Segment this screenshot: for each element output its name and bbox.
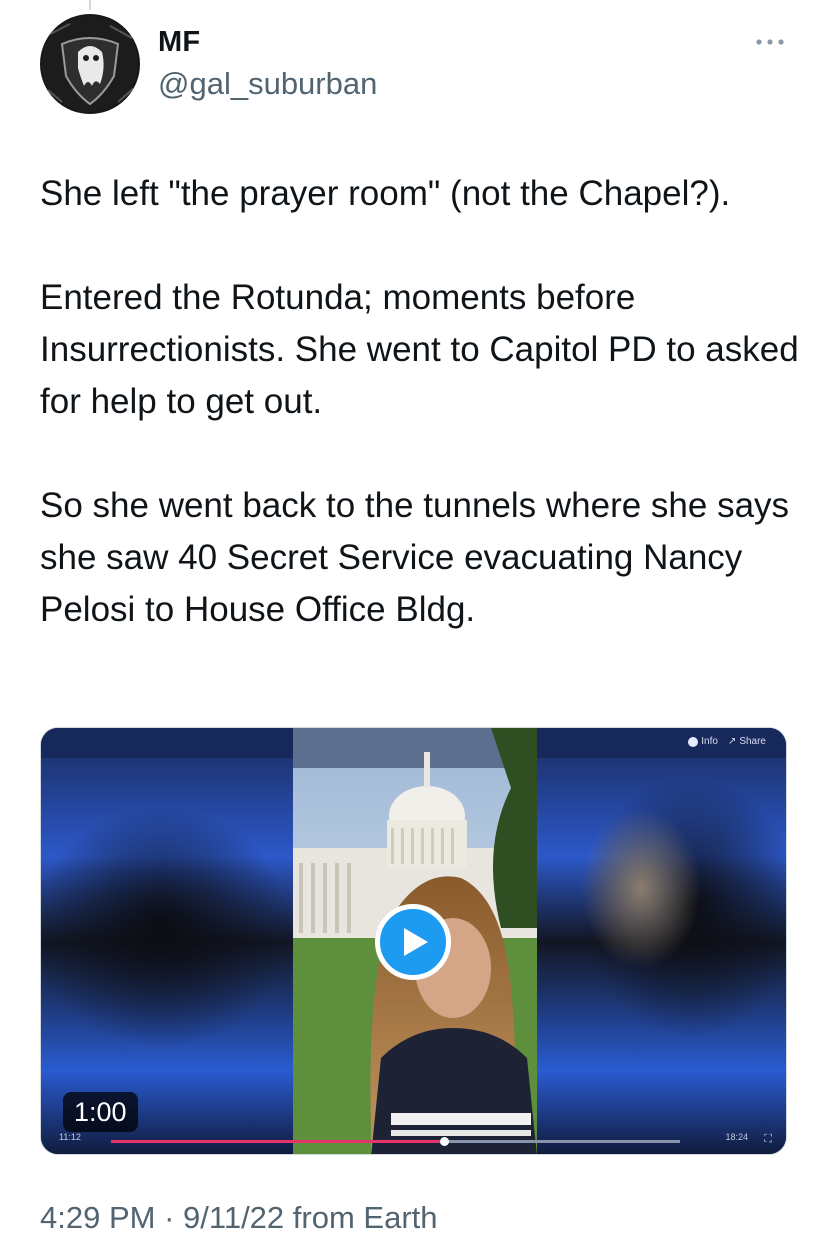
avatar[interactable]	[40, 14, 140, 114]
share-label: Share	[739, 736, 766, 747]
tweet-paragraph: So she went back to the tunnels where sh…	[40, 486, 790, 629]
video-top-links: Info ↗ Share	[688, 736, 766, 747]
tweet-paragraph: She left "the prayer room" (not the Chap…	[40, 174, 731, 213]
tweet-date[interactable]: 9/11/22	[183, 1200, 284, 1235]
author-name[interactable]: MF	[158, 26, 200, 59]
progress-knob[interactable]	[439, 1137, 449, 1146]
video-player[interactable]: Info ↗ Share 1:00 11:12 18:24 ⛶	[40, 727, 787, 1155]
tweet-source: from Earth	[292, 1200, 438, 1235]
play-icon	[404, 928, 428, 956]
info-label: Info	[701, 736, 718, 747]
author-handle[interactable]: @gal_suburban	[158, 66, 377, 102]
tweet-paragraph: Entered the Rotunda; moments before Insu…	[40, 278, 799, 421]
meta-separator: ·	[164, 1200, 175, 1235]
progress-fill	[111, 1140, 444, 1143]
video-progress-bar[interactable]: 11:12 18:24 ⛶	[51, 1132, 776, 1148]
more-options-button[interactable]	[752, 28, 788, 56]
share-icon: ↗	[727, 736, 737, 747]
play-button[interactable]	[375, 904, 451, 980]
tweet-meta: 4:29 PM · 9/11/22 from Earth	[40, 1200, 438, 1236]
progress-track[interactable]	[111, 1137, 680, 1146]
video-duration-badge: 1:00	[63, 1092, 138, 1132]
fullscreen-icon[interactable]: ⛶	[764, 1133, 772, 1146]
ghost-shield-icon	[42, 16, 138, 112]
tweet-text: She left "the prayer room" (not the Chap…	[40, 168, 800, 636]
thread-connector	[89, 0, 91, 10]
elapsed-time: 11:12	[59, 1132, 81, 1142]
share-link[interactable]: ↗ Share	[728, 736, 766, 747]
more-icon	[756, 39, 784, 45]
total-time: 18:24	[725, 1132, 748, 1142]
tweet-time[interactable]: 4:29 PM	[40, 1200, 155, 1235]
info-link[interactable]: Info	[688, 736, 718, 747]
info-icon	[688, 736, 699, 747]
